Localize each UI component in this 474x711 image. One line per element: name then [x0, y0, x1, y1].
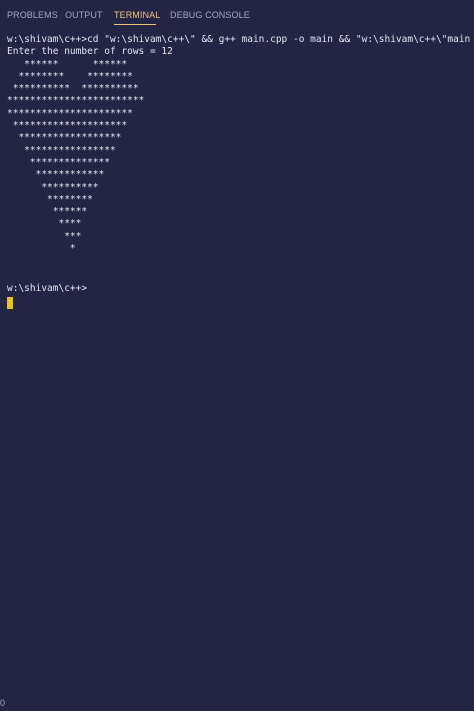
pattern-line: * — [7, 243, 76, 255]
pattern-line: ********** — [7, 181, 99, 193]
pattern-line: **** — [7, 218, 82, 230]
tab-problems[interactable]: PROBLEMS — [7, 10, 58, 20]
pattern-line: ****** ****** — [7, 58, 128, 70]
pattern-line: ****************** — [7, 132, 122, 144]
terminal-output[interactable]: w:\shivam\c++>cd "w:\shivam\c++\" && g++… — [7, 34, 474, 674]
pattern-line: *** — [7, 230, 82, 242]
terminal-cursor[interactable] — [7, 297, 13, 309]
tab-output[interactable]: OUTPUT — [65, 10, 103, 20]
final-prompt: w:\shivam\c++> — [7, 283, 88, 294]
tab-debug-console[interactable]: DEBUG CONSOLE — [170, 10, 250, 20]
command-line: w:\shivam\c++>cd "w:\shivam\c++\" && g++… — [7, 34, 471, 45]
pattern-line: ************ — [7, 169, 105, 181]
pattern-line: ********** ********** — [7, 83, 139, 95]
pattern-line: ******************** — [7, 120, 128, 132]
pattern-line: ************** — [7, 156, 110, 168]
active-tab-indicator — [114, 24, 156, 25]
pattern-line: ******** ******** — [7, 70, 133, 82]
input-prompt-line: Enter the number of rows = 12 — [7, 46, 173, 58]
tab-terminal[interactable]: TERMINAL — [114, 10, 160, 20]
pattern-line: ************************ — [7, 95, 145, 107]
pattern-line: ******** — [7, 193, 93, 205]
terminal-panel: PROBLEMS OUTPUT TERMINAL DEBUG CONSOLE w… — [0, 0, 474, 711]
panel-tabs: PROBLEMS OUTPUT TERMINAL DEBUG CONSOLE — [0, 0, 474, 28]
pattern-line: ********************** — [7, 107, 133, 119]
footer-number: 0 — [0, 698, 6, 708]
pattern-line: **************** — [7, 144, 116, 156]
pattern-line: ****** — [7, 206, 88, 218]
